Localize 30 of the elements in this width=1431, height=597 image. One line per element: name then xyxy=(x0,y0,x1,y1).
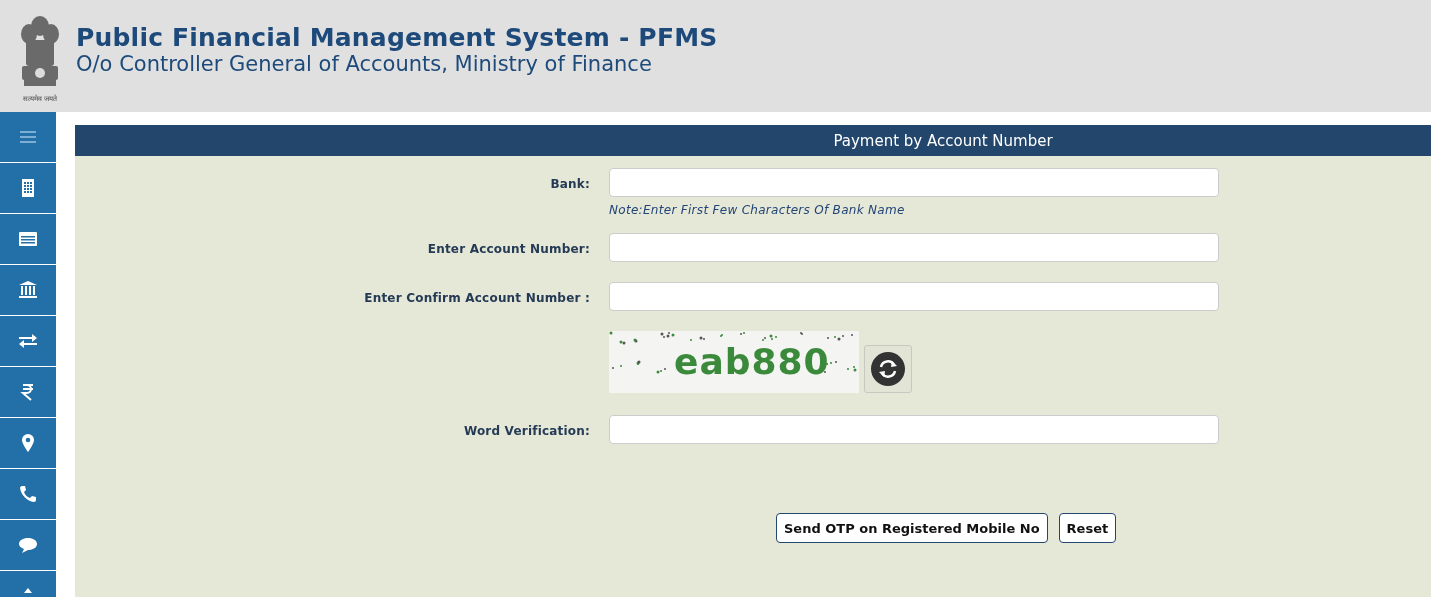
site-title: Public Financial Management System - PFMS xyxy=(76,22,718,52)
sidebar-item[interactable] xyxy=(0,316,56,366)
field-label: Enter Confirm Account Number : xyxy=(364,291,590,305)
chat-bubble-icon xyxy=(18,535,38,555)
field-note: Note:Enter First Few Characters Of Bank Name xyxy=(609,203,906,217)
bank-icon xyxy=(18,280,38,300)
field-label: Word Verification: xyxy=(463,424,590,438)
reset-button[interactable]: Reset xyxy=(1058,513,1117,543)
captcha-text: eab880 xyxy=(674,341,830,382)
field-label: Bank: xyxy=(550,177,590,191)
site-subtitle: O/o Controller General of Accounts, Ministry of Finance xyxy=(76,51,653,76)
input-field[interactable] xyxy=(609,282,1219,311)
refresh-icon xyxy=(870,351,906,387)
transfer-arrows-icon xyxy=(18,331,38,351)
input-field[interactable] xyxy=(609,168,1219,197)
sidebar-item[interactable] xyxy=(0,520,56,570)
input-field[interactable] xyxy=(609,233,1219,262)
sidebar-item[interactable] xyxy=(0,163,56,213)
sidebar-item[interactable] xyxy=(0,367,56,417)
phone-icon xyxy=(18,484,38,504)
field-label: Enter Account Number: xyxy=(427,242,590,256)
input-field[interactable] xyxy=(609,415,1219,444)
form-title-bar: Payment by Account Number xyxy=(75,125,1431,156)
sidebar-item[interactable] xyxy=(0,418,56,468)
refresh-captcha-button[interactable] xyxy=(864,345,912,393)
sidebar-item[interactable] xyxy=(0,214,56,264)
send-otp-button[interactable]: Send OTP on Registered Mobile No xyxy=(776,513,1048,543)
sidebar-item[interactable] xyxy=(0,469,56,519)
list-card-icon xyxy=(18,229,38,249)
sidebar-item[interactable] xyxy=(0,265,56,315)
